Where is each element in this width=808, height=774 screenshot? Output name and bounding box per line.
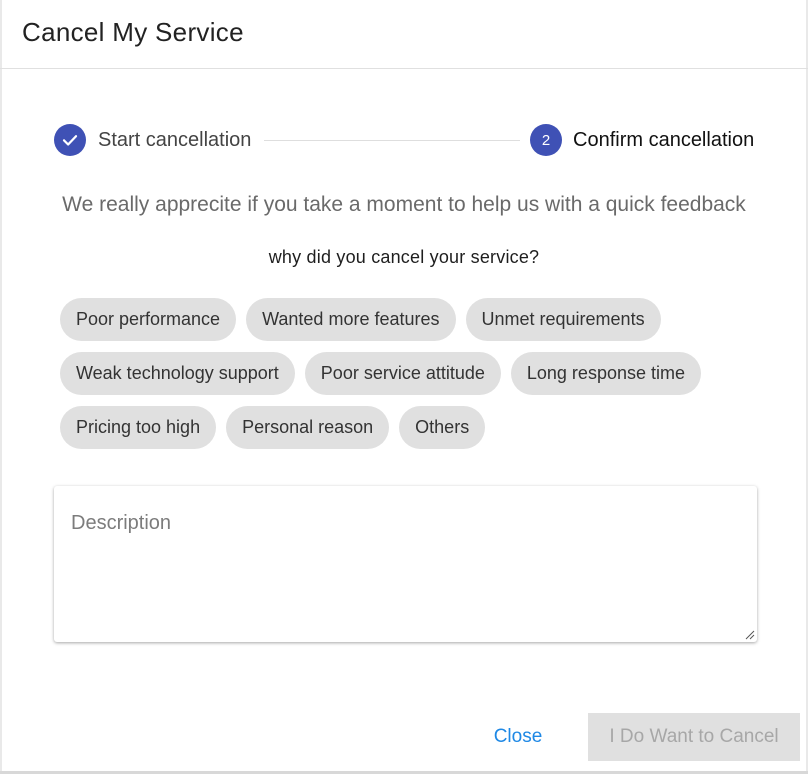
dialog-title: Cancel My Service [22, 17, 244, 47]
step-confirm-cancellation: Confirm cancellation [573, 129, 755, 151]
step-number-badge: 2 [530, 124, 562, 156]
dialog-header: Cancel My Service [0, 0, 808, 69]
description-placeholder: Description [71, 512, 172, 534]
reason-chip-poor-performance[interactable]: Poor performance [60, 298, 237, 341]
reason-chip-poor-service-attitude[interactable]: Poor service attitude [304, 352, 501, 395]
dialog-left-edge [0, 0, 2, 774]
reason-chip-others[interactable]: Others [399, 406, 486, 449]
cancellation-stepper: Start cancellation 2 Confirm cancellatio… [54, 124, 758, 156]
reason-chip-unmet-requirements[interactable]: Unmet requirements [465, 298, 661, 341]
feedback-question: why did you cancel your service? [268, 247, 540, 267]
reason-chip-personal-reason[interactable]: Personal reason [226, 406, 390, 449]
chip-row: Weak technology support Poor service att… [60, 352, 760, 395]
reason-chip-wanted-more-features[interactable]: Wanted more features [246, 298, 456, 341]
description-textarea[interactable]: Description [54, 486, 757, 642]
feedback-intro: We really apprecite if you take a moment… [62, 193, 746, 216]
close-button[interactable]: Close [480, 714, 556, 760]
reason-chips: Poor performance Wanted more features Un… [60, 298, 760, 460]
confirm-cancel-button[interactable]: I Do Want to Cancel [588, 713, 800, 761]
check-icon [54, 124, 86, 156]
step-start-cancellation: Start cancellation [98, 129, 252, 151]
reason-chip-weak-technology-support[interactable]: Weak technology support [60, 352, 295, 395]
resize-handle-icon[interactable] [745, 630, 755, 640]
chip-row: Poor performance Wanted more features Un… [60, 298, 760, 341]
reason-chip-pricing-too-high[interactable]: Pricing too high [60, 406, 217, 449]
cancel-service-dialog: Cancel My Service Start cancellation 2 C… [0, 0, 808, 774]
stepper-connector [264, 140, 520, 141]
chip-row: Pricing too high Personal reason Others [60, 406, 760, 449]
reason-chip-long-response-time[interactable]: Long response time [510, 352, 701, 395]
